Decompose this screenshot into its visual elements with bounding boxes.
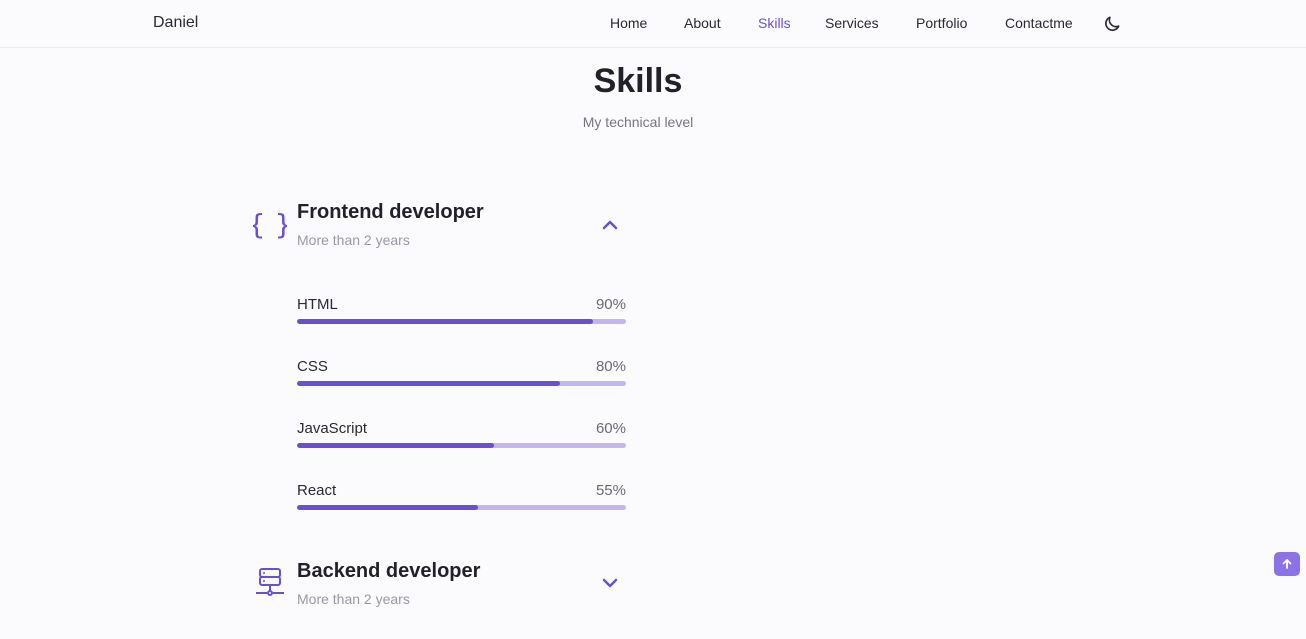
skill-javascript: JavaScript 60% bbox=[297, 420, 626, 460]
skill-bar-fill bbox=[297, 443, 495, 448]
skill-name: JavaScript bbox=[297, 420, 368, 437]
server-icon bbox=[256, 568, 284, 596]
section-title: Skills bbox=[593, 62, 683, 100]
chevron-down-icon[interactable] bbox=[600, 573, 620, 593]
skill-percent: 90% bbox=[595, 296, 626, 313]
skill-name: CSS bbox=[297, 358, 328, 375]
skill-name: HTML bbox=[297, 296, 338, 313]
skill-name: React bbox=[297, 482, 337, 499]
nav-contactme[interactable]: Contactme bbox=[1005, 15, 1073, 31]
skill-bar-track bbox=[297, 443, 626, 448]
site-header: Daniel Home About Skills Services Portfo… bbox=[0, 0, 1306, 48]
arrow-up-icon bbox=[1282, 559, 1292, 569]
scroll-up-button[interactable] bbox=[1274, 552, 1300, 576]
skill-bar-fill bbox=[297, 381, 561, 386]
skill-react: React 55% bbox=[297, 482, 626, 522]
group-subtitle: More than 2 years bbox=[297, 591, 410, 607]
nav-skills[interactable]: Skills bbox=[758, 15, 791, 31]
group-title[interactable]: Frontend developer bbox=[297, 201, 484, 224]
group-subtitle: More than 2 years bbox=[297, 232, 410, 248]
skill-percent: 55% bbox=[595, 482, 626, 499]
svg-text:{ }: { } bbox=[253, 208, 287, 241]
braces-icon: { } bbox=[253, 208, 287, 241]
skill-css: CSS 80% bbox=[297, 358, 626, 398]
skill-bar-track bbox=[297, 381, 626, 386]
skill-bar-fill bbox=[297, 505, 478, 510]
skill-html: HTML 90% bbox=[297, 296, 626, 336]
chevron-up-icon[interactable] bbox=[600, 215, 620, 235]
skill-percent: 60% bbox=[595, 420, 626, 437]
skill-percent: 80% bbox=[595, 358, 626, 375]
skill-bar-track bbox=[297, 505, 626, 510]
nav-about[interactable]: About bbox=[684, 15, 721, 31]
skill-bar-fill bbox=[297, 319, 594, 324]
skill-bar-track bbox=[297, 319, 626, 324]
moon-icon[interactable] bbox=[1102, 14, 1122, 34]
nav-services[interactable]: Services bbox=[825, 15, 879, 31]
nav-portfolio[interactable]: Portfolio bbox=[916, 15, 967, 31]
group-title[interactable]: Backend developer bbox=[297, 560, 480, 583]
section-subtitle: My technical level bbox=[582, 114, 694, 130]
nav-home[interactable]: Home bbox=[610, 15, 647, 31]
